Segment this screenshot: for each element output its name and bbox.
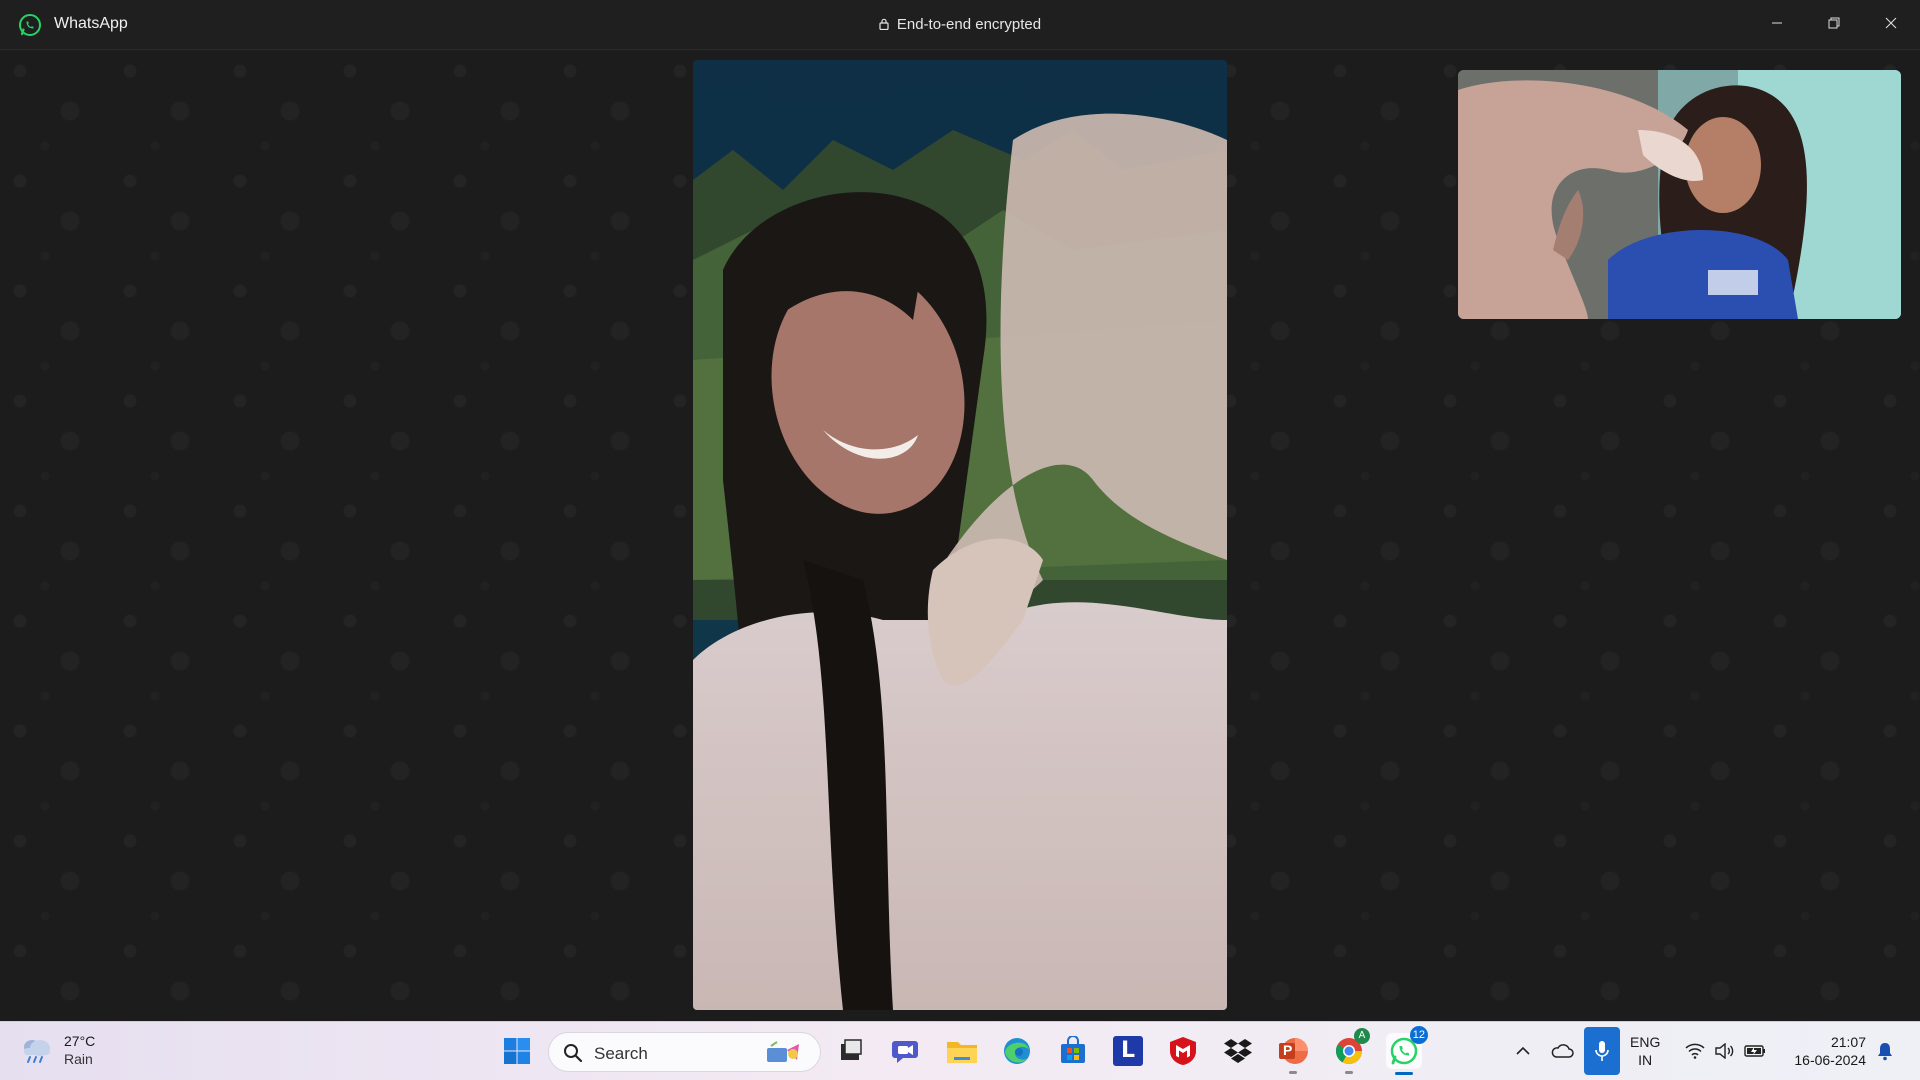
l-app-button[interactable]: L <box>1110 1033 1146 1069</box>
restore-icon <box>1828 17 1840 29</box>
lock-icon <box>879 18 889 30</box>
start-button[interactable] <box>499 1033 535 1069</box>
language-indicator[interactable]: ENG IN <box>1630 1033 1660 1069</box>
whatsapp-taskbar-button[interactable]: 12 <box>1386 1026 1428 1075</box>
search-placeholder: Search <box>594 1044 648 1063</box>
chrome-button[interactable]: A <box>1331 1028 1370 1074</box>
remote-video-frame <box>693 60 1227 1010</box>
self-preview-video[interactable] <box>1458 70 1901 319</box>
close-button[interactable] <box>1868 6 1914 40</box>
clock[interactable]: 21:07 16-06-2024 <box>1780 1033 1866 1069</box>
language-code: ENG <box>1630 1034 1661 1050</box>
encryption-label: End-to-end encrypted <box>896 16 1042 33</box>
mcafee-button[interactable] <box>1165 1033 1201 1069</box>
active-indicator <box>1395 1072 1413 1075</box>
file-explorer-button[interactable] <box>944 1033 980 1069</box>
chevron-up-icon <box>1516 1046 1530 1055</box>
powerpoint-letter: P <box>1283 1042 1293 1058</box>
self-video-frame <box>1458 70 1901 319</box>
title-bar: WhatsApp End-to-end encrypted <box>0 0 1920 50</box>
remote-participant-video[interactable] <box>693 60 1227 1010</box>
wifi-icon <box>1685 1043 1705 1059</box>
show-hidden-icons-button[interactable] <box>1505 1033 1541 1069</box>
restore-button[interactable] <box>1811 6 1857 40</box>
taskbar: 27°C Rain Search L P A 12 ENG IN 21:07 1… <box>0 1021 1920 1080</box>
task-view-button[interactable] <box>833 1033 869 1069</box>
minimize-button[interactable] <box>1754 6 1800 40</box>
search-icon <box>564 1044 583 1063</box>
dropbox-icon <box>1224 1039 1252 1063</box>
clock-date: 16-06-2024 <box>1794 1052 1866 1068</box>
clock-time: 21:07 <box>1830 1034 1866 1050</box>
taskbar-search[interactable]: Search <box>548 1032 821 1072</box>
windows-logo-icon <box>504 1038 530 1064</box>
battery-status[interactable] <box>1740 1033 1770 1069</box>
running-indicator <box>1345 1071 1353 1074</box>
language-region: IN <box>1638 1052 1653 1068</box>
dropbox-button[interactable] <box>1220 1033 1256 1069</box>
store-button[interactable] <box>1055 1033 1091 1069</box>
bell-icon <box>1878 1043 1892 1061</box>
microphone-icon <box>1595 1041 1609 1061</box>
teams-button[interactable] <box>888 1033 924 1069</box>
wifi-status[interactable] <box>1680 1033 1710 1069</box>
rain-cloud-icon <box>24 1040 50 1063</box>
unread-badge: 12 <box>1409 1026 1428 1044</box>
minimize-icon <box>1772 22 1782 24</box>
powerpoint-icon <box>1279 1038 1308 1064</box>
chrome-profile-badge: A <box>1354 1028 1370 1044</box>
store-icon <box>1061 1036 1085 1063</box>
running-indicator <box>1289 1071 1297 1074</box>
weather-temperature: 27°C <box>64 1033 96 1049</box>
shield-icon <box>1170 1037 1196 1065</box>
microphone-in-use-button[interactable] <box>1584 1027 1620 1075</box>
l-letter-icon: L <box>1113 1036 1143 1066</box>
battery-charging-icon <box>1744 1045 1765 1057</box>
close-icon <box>1885 17 1897 29</box>
onedrive-button[interactable] <box>1544 1033 1580 1069</box>
task-view-icon <box>841 1039 862 1060</box>
edge-icon <box>1004 1038 1030 1064</box>
teams-meet-icon <box>892 1041 918 1063</box>
folder-icon <box>947 1042 977 1063</box>
encryption-status: End-to-end encrypted <box>0 16 1920 33</box>
volume-status[interactable] <box>1710 1033 1740 1069</box>
cloud-icon <box>1551 1044 1574 1058</box>
copilot-highlight-icon <box>767 1041 799 1062</box>
weather-widget[interactable]: 27°C Rain <box>20 1032 95 1068</box>
speaker-icon <box>1715 1043 1734 1059</box>
weather-condition: Rain <box>64 1051 93 1067</box>
edge-button[interactable] <box>999 1033 1035 1069</box>
powerpoint-button[interactable]: P <box>1275 1033 1311 1074</box>
notifications-button[interactable] <box>1870 1033 1900 1069</box>
